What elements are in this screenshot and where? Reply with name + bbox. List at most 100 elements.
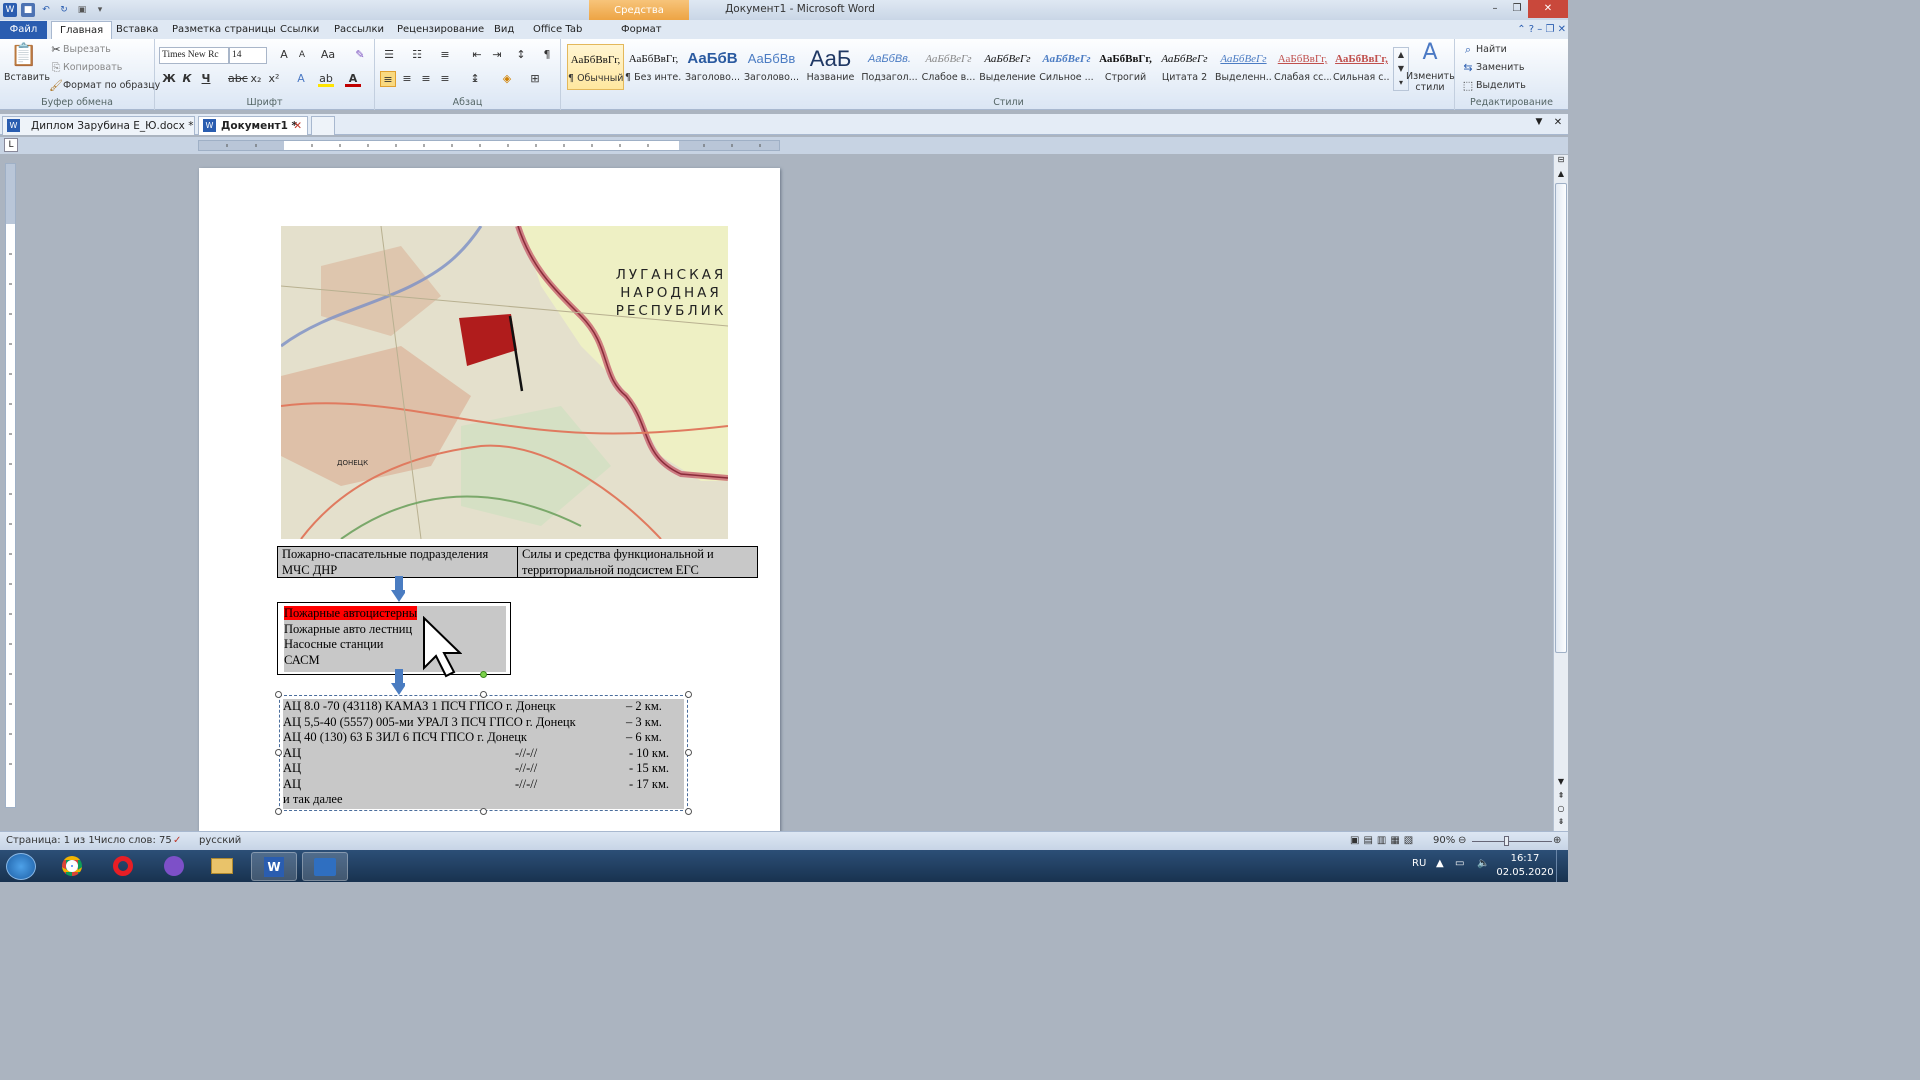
style-quote-2[interactable]: АаБбВеГг Цитата 2 — [1156, 44, 1213, 90]
style-subtitle[interactable]: АаБбВв. Подзагол... — [861, 44, 918, 90]
paste-button[interactable]: Вставить — [4, 72, 50, 83]
clock-time[interactable]: 16:17 — [1500, 853, 1550, 864]
explorer-taskbar-icon[interactable] — [199, 852, 245, 881]
resize-handle[interactable] — [685, 749, 692, 756]
align-center-icon[interactable]: ≡ — [399, 71, 415, 87]
close-button[interactable]: ✕ — [1528, 0, 1568, 18]
font-size-combo[interactable]: 14 — [229, 47, 267, 64]
style-emphasis[interactable]: АаБбВеГг Выделение — [979, 44, 1036, 90]
resize-handle[interactable] — [685, 691, 692, 698]
prev-page-icon[interactable]: ⇞ — [1556, 791, 1566, 803]
redo-icon[interactable]: ↻ — [57, 3, 71, 17]
style-heading-1[interactable]: АаБбВ Заголово... — [684, 44, 741, 90]
tab-review[interactable]: Рецензирование — [389, 21, 492, 39]
tab-home[interactable]: Главная — [51, 21, 113, 39]
scroll-down-icon[interactable]: ▼ — [1556, 777, 1566, 789]
word-app-icon[interactable]: W — [3, 3, 17, 17]
zoom-level[interactable]: 90% — [1433, 835, 1455, 846]
equipment-box[interactable]: Пожарные автоцистерны Пожарные авто лест… — [277, 602, 511, 675]
change-case-icon[interactable]: Aa — [320, 47, 336, 63]
increase-indent-icon[interactable]: ⇥ — [489, 47, 505, 63]
tab-file[interactable]: Файл — [0, 21, 47, 39]
show-formatting-icon[interactable]: ¶ — [539, 47, 555, 63]
volume-icon[interactable]: 🔈 — [1477, 858, 1489, 869]
show-desktop-button[interactable] — [1556, 850, 1568, 882]
minimize-button[interactable]: – — [1484, 0, 1506, 18]
style-subtle-emphasis[interactable]: АаБбВеГг Слабое в... — [920, 44, 977, 90]
style-intense-quote[interactable]: АаБбВеГг Выделенн... — [1215, 44, 1272, 90]
spellcheck-icon[interactable]: ✓ — [173, 835, 181, 846]
new-tab-button[interactable] — [311, 116, 335, 135]
strikethrough-icon[interactable]: abc — [228, 71, 248, 87]
start-button[interactable] — [6, 853, 36, 880]
sort-icon[interactable]: ↕ — [513, 47, 529, 63]
change-styles-button[interactable]: Изменить стили — [1406, 71, 1455, 93]
style-normal[interactable]: АаБбВвГг, ¶ Обычный — [567, 44, 624, 90]
tab-office-tab[interactable]: Office Tab — [525, 21, 590, 39]
cut-button[interactable]: Вырезать — [63, 44, 111, 55]
superscript-icon[interactable]: x² — [266, 71, 282, 87]
highlight-color-icon[interactable]: ab — [318, 71, 334, 87]
line-spacing-icon[interactable]: ↨ — [467, 71, 483, 87]
resize-handle[interactable] — [480, 691, 487, 698]
word-taskbar-icon[interactable]: W — [251, 852, 297, 881]
scrollbar-thumb[interactable] — [1555, 183, 1567, 653]
align-right-icon[interactable]: ≡ — [418, 71, 434, 87]
font-name-combo[interactable]: Times New Rc — [159, 47, 229, 64]
shrink-font-icon[interactable]: A — [294, 47, 310, 63]
units-textbox[interactable]: АЦ 8.0 -70 (43118) КАМАЗ 1 ПСЧ ГПСО г. Д… — [279, 695, 688, 811]
resize-handle[interactable] — [480, 808, 487, 815]
tab-list-icon[interactable]: ▼ — [1532, 117, 1546, 131]
tab-mailings[interactable]: Рассылки — [326, 21, 392, 39]
next-page-icon[interactable]: ⇟ — [1556, 817, 1566, 829]
horizontal-ruler[interactable] — [198, 140, 780, 151]
input-language[interactable]: RU — [1412, 858, 1426, 869]
customize-qat-icon[interactable]: ▾ — [93, 3, 107, 17]
tab-insert[interactable]: Вставка — [108, 21, 166, 39]
align-left-icon[interactable]: ≡ — [380, 71, 396, 87]
scroll-up-icon[interactable]: ▲ — [1556, 169, 1566, 181]
decrease-indent-icon[interactable]: ⇤ — [469, 47, 485, 63]
rotate-handle[interactable] — [480, 671, 487, 678]
justify-icon[interactable]: ≡ — [437, 71, 453, 87]
tray-expand-icon[interactable]: ▲ — [1436, 858, 1444, 869]
resize-handle[interactable] — [275, 749, 282, 756]
undo-icon[interactable]: ↶ — [39, 3, 53, 17]
borders-icon[interactable]: ⊞ — [527, 71, 543, 87]
ruler-toggle-icon[interactable]: ⊟ — [1556, 155, 1566, 167]
clock-date[interactable]: 02.05.2020 — [1496, 867, 1554, 878]
map-image[interactable]: ЛУГАНСКАЯ НАРОДНАЯ РЕСПУБЛИК ДОНЕЦК — [281, 226, 728, 539]
vertical-scrollbar[interactable]: ⊟ ▲ ▼ ⇞ ○ ⇟ — [1553, 155, 1568, 831]
doc-tab-diploma[interactable]: W Диплом Зарубина Е_Ю.docx * — [2, 116, 195, 135]
style-intense-reference[interactable]: АаБбВвГг, Сильная с... — [1333, 44, 1390, 90]
subscript-icon[interactable]: x₂ — [248, 71, 264, 87]
select-button[interactable]: Выделить — [1476, 80, 1526, 91]
resize-handle[interactable] — [685, 808, 692, 815]
style-strong[interactable]: АаБбВвГг, Строгий — [1097, 44, 1154, 90]
zoom-slider-thumb[interactable] — [1504, 836, 1509, 846]
top-row-boxes[interactable]: Пожарно-спасательные подразделения МЧС Д… — [277, 546, 758, 578]
underline-icon[interactable]: Ч — [198, 71, 214, 87]
doc-tab-document1[interactable]: W Документ1 * ✕ — [198, 116, 308, 135]
close-doc-icon[interactable]: ✕ — [1551, 117, 1565, 131]
vertical-ruler[interactable] — [5, 163, 16, 808]
bullets-icon[interactable]: ☰ — [381, 47, 397, 63]
replace-button[interactable]: Заменить — [1476, 62, 1524, 73]
browse-object-icon[interactable]: ○ — [1556, 804, 1566, 816]
italic-icon[interactable]: К — [179, 71, 195, 87]
tab-selector-icon[interactable]: L — [4, 138, 18, 152]
resize-handle[interactable] — [275, 808, 282, 815]
zoom-slider[interactable] — [1472, 841, 1552, 842]
opera-taskbar-icon[interactable] — [100, 852, 146, 881]
word-count[interactable]: Число слов: 75 — [94, 835, 172, 846]
language-indicator[interactable]: русский — [199, 835, 241, 846]
style-title[interactable]: АаБ Название — [802, 44, 859, 90]
format-painter-button[interactable]: Формат по образцу — [63, 80, 160, 91]
multilevel-list-icon[interactable]: ≡ — [437, 47, 453, 63]
style-subtle-reference[interactable]: АаБбВвГг, Слабая сс... — [1274, 44, 1331, 90]
restore-button[interactable]: ❐ — [1506, 0, 1528, 18]
copy-button[interactable]: Копировать — [63, 62, 122, 73]
bold-icon[interactable]: Ж — [161, 71, 177, 87]
tab-page-layout[interactable]: Разметка страницы — [164, 21, 284, 39]
tab-references[interactable]: Ссылки — [272, 21, 327, 39]
